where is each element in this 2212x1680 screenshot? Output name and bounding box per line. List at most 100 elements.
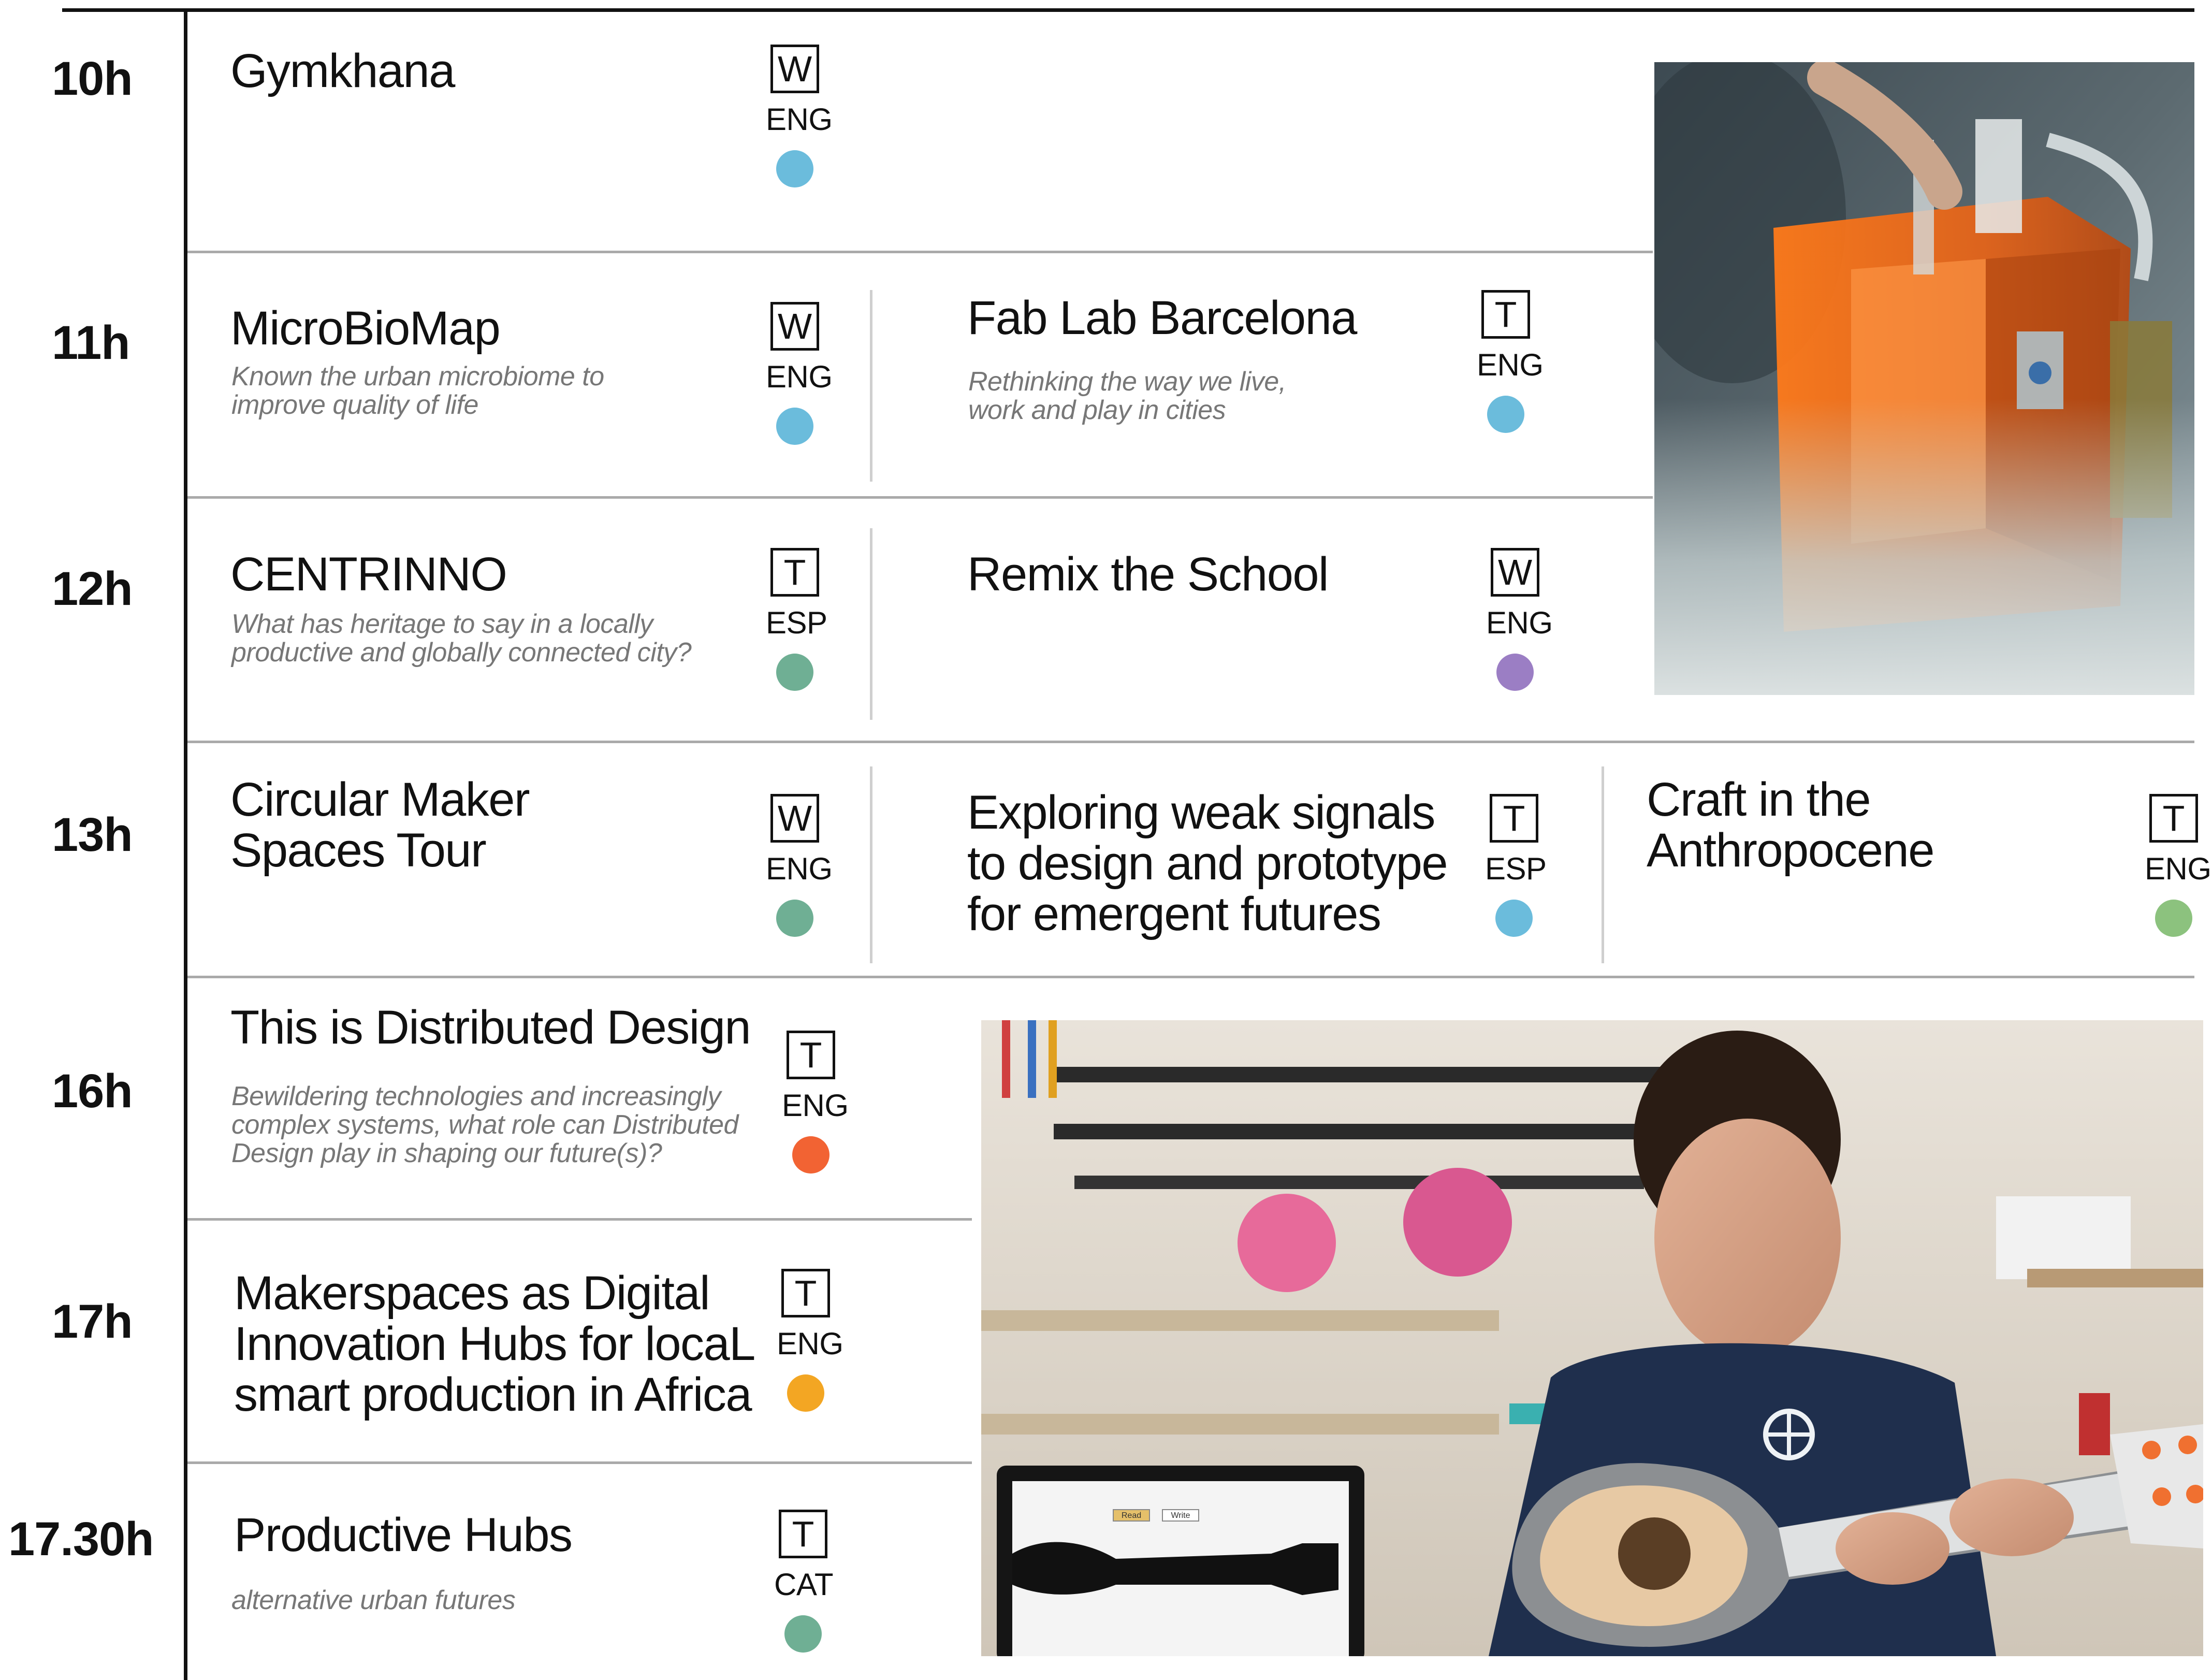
session-tag: T CAT [774, 1510, 834, 1653]
session-title: CENTRINNO [230, 548, 507, 601]
session-type-box: W [770, 794, 819, 843]
category-dot [2155, 900, 2192, 937]
session-language: ENG [2145, 851, 2211, 886]
session-type-box: W [770, 45, 819, 93]
session-type-box: T [781, 1269, 830, 1317]
category-dot [776, 900, 813, 937]
time-column-divider [184, 8, 187, 1680]
subtitle-line: Bewildering technologies and increasingl… [231, 1081, 721, 1111]
title-line: for emergent futures [967, 888, 1381, 940]
time-label: 11h [52, 316, 130, 369]
session-subtitle: What has heritage to say in a locally pr… [231, 609, 692, 668]
column-divider [870, 528, 872, 720]
title-line: Makerspaces as Digital [234, 1267, 710, 1320]
subtitle-line: Design play in shaping our future(s)? [231, 1138, 662, 1168]
session-title: Craft in the Anthropocene [1647, 774, 1934, 876]
title-line: Innovation Hubs for locaL [234, 1317, 755, 1370]
session-type-box: T [770, 548, 819, 597]
row-divider [187, 496, 1653, 499]
subtitle-line: complex systems, what role can Distribut… [231, 1110, 738, 1140]
workshop-illustration: Read Write [981, 1020, 2203, 1656]
time-label: 13h [52, 808, 133, 861]
session-type-box: T [779, 1510, 827, 1558]
title-line: Spaces Tour [230, 824, 487, 877]
session-tag: T ENG [782, 1031, 849, 1174]
session-language: ENG [766, 851, 833, 886]
session-tag: T ENG [2145, 794, 2211, 937]
row-divider [187, 741, 2194, 743]
title-line: Circular Maker [230, 773, 530, 826]
subtitle-line: Rethinking the way we live, [968, 367, 1286, 397]
column-divider [870, 766, 872, 963]
row-divider [187, 1218, 972, 1221]
session-title: Productive Hubs [234, 1509, 573, 1561]
session-subtitle: alternative urban futures [231, 1585, 516, 1615]
session-type-box: W [1491, 548, 1539, 597]
subtitle-line: What has heritage to say in a locally [231, 609, 653, 639]
row-divider [187, 251, 1653, 253]
session-language: ENG [1486, 605, 1553, 640]
session-subtitle: Known the urban microbiome to improve qu… [231, 363, 604, 419]
category-dot [776, 654, 813, 691]
category-dot [1495, 900, 1533, 937]
title-line: Craft in the [1647, 773, 1871, 826]
session-tag: T ENG [1477, 290, 1544, 433]
session-language: ESP [766, 605, 827, 640]
category-dot [1487, 396, 1524, 433]
read-button-label: Read [1122, 1511, 1141, 1520]
category-dot [787, 1374, 824, 1412]
session-title: Circular Maker Spaces Tour [230, 773, 530, 877]
session-type-box: T [2149, 794, 2198, 843]
title-line: smart production in Africa [234, 1368, 752, 1421]
session-title: Fab Lab Barcelona [967, 292, 1357, 344]
session-title: MicroBioMap [230, 302, 501, 355]
session-language: ENG [766, 359, 833, 394]
subtitle-line: improve quality of life [231, 390, 478, 420]
category-dot [792, 1136, 830, 1174]
title-line: Exploring weak signals [967, 786, 1435, 839]
session-type-box: W [770, 302, 819, 351]
session-language: CAT [774, 1567, 834, 1602]
session-title: Remix the School [967, 548, 1329, 601]
session-type-box: T [1490, 794, 1538, 843]
subtitle-line: productive and globally connected city? [231, 638, 692, 668]
session-title: Exploring weak signals to design and pro… [967, 786, 1448, 940]
session-language: ENG [777, 1326, 843, 1361]
category-dot [776, 150, 813, 187]
subtitle-line: work and play in cities [968, 395, 1226, 425]
row-divider [187, 976, 2194, 978]
session-language: ENG [782, 1088, 849, 1123]
session-tag: T ESP [766, 548, 827, 691]
time-label: 12h [52, 562, 133, 615]
lab-device-illustration [1654, 62, 2194, 695]
session-type-box: T [1481, 290, 1530, 339]
row-divider [187, 1461, 972, 1464]
subtitle-line: alternative urban futures [231, 1585, 516, 1615]
session-tag: W ENG [766, 45, 833, 187]
session-tag: W ENG [1486, 548, 1553, 691]
subtitle-line: Known the urban microbiome to [231, 361, 604, 392]
time-label: 17h [52, 1295, 133, 1348]
session-subtitle: Rethinking the way we live, work and pla… [968, 368, 1286, 425]
title-line: to design and prototype [967, 837, 1448, 890]
category-dot [1496, 654, 1534, 691]
session-tag: W ENG [766, 302, 833, 445]
snowflake-logo [1763, 1409, 1815, 1460]
session-language: ENG [1477, 347, 1544, 382]
session-language: ESP [1485, 851, 1547, 886]
category-dot [784, 1615, 822, 1653]
time-label: 10h [52, 52, 133, 105]
session-type-box: T [787, 1031, 835, 1079]
session-title: Gymkhana [230, 45, 455, 97]
title-line: Anthropocene [1647, 824, 1934, 877]
column-divider [1602, 766, 1604, 963]
time-label: 17.30h [8, 1513, 154, 1566]
session-tag: T ESP [1485, 794, 1547, 937]
session-title: This is Distributed Design [230, 1001, 751, 1054]
time-label: 16h [52, 1065, 133, 1118]
ukulele-workshop-photo: Read Write [981, 1020, 2203, 1656]
session-tag: W ENG [766, 794, 833, 937]
category-dot [776, 408, 813, 445]
session-language: ENG [766, 102, 833, 137]
session-subtitle: Bewildering technologies and increasingl… [231, 1082, 738, 1168]
